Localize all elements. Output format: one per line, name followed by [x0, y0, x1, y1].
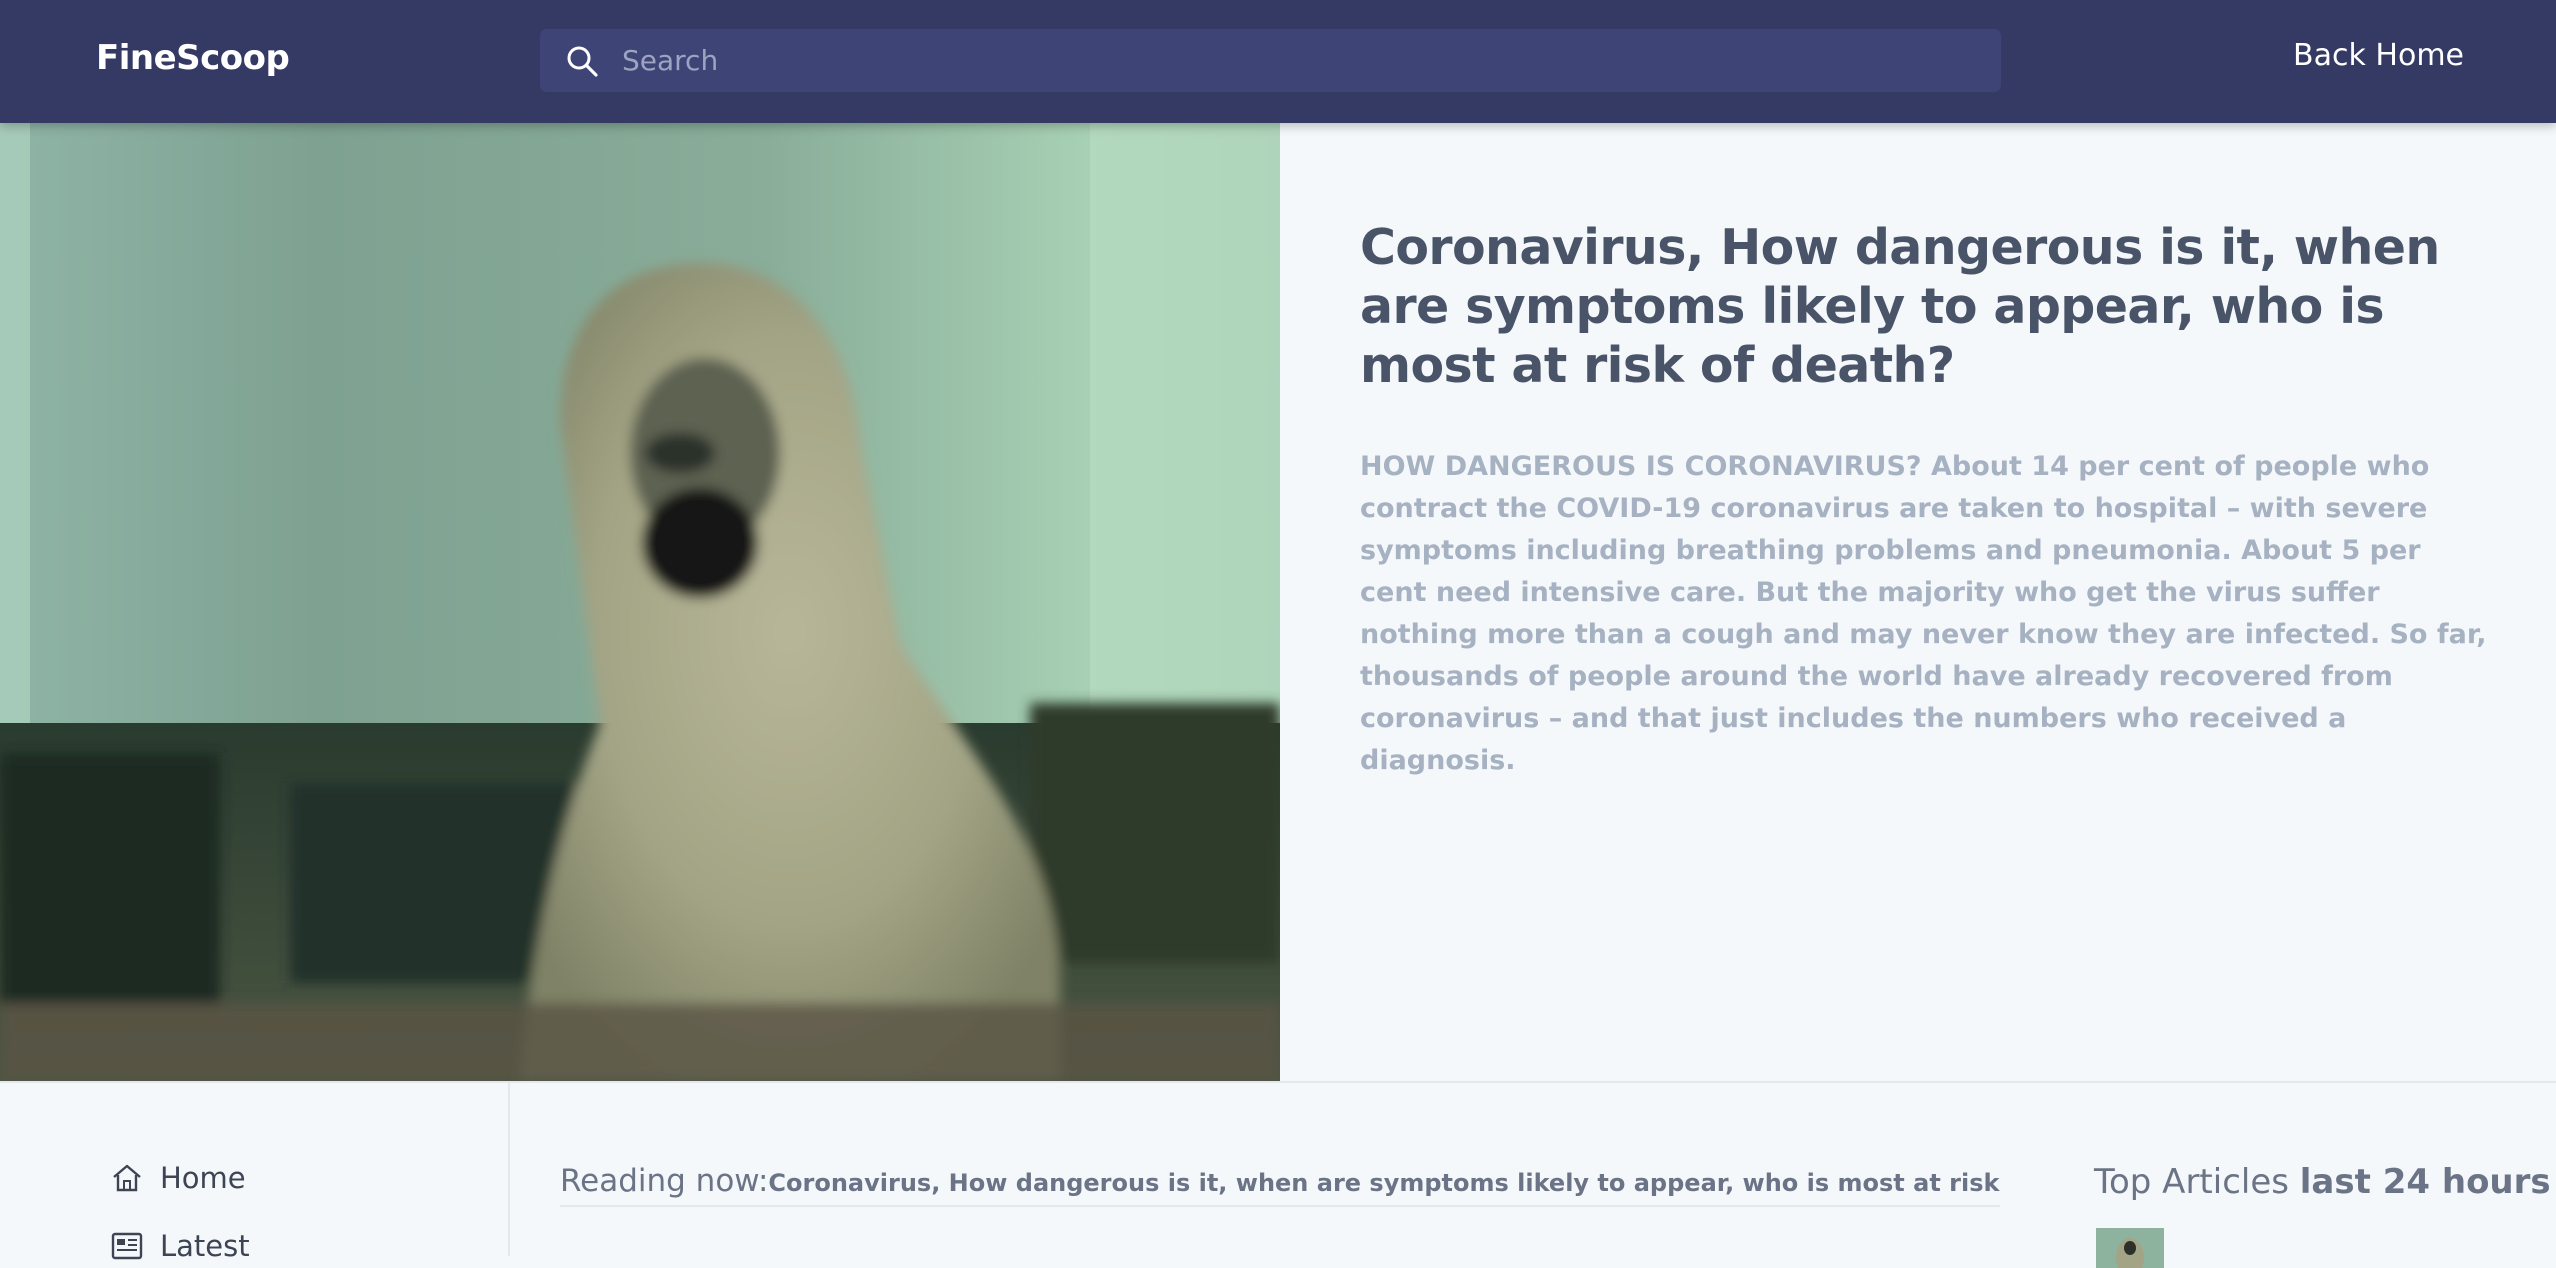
search-input[interactable]: [622, 44, 1922, 77]
article-title: Coronavirus, How dangerous is it, when a…: [1360, 219, 2440, 394]
sidebar-item-label: Latest: [160, 1229, 250, 1263]
home-icon: [110, 1161, 144, 1195]
top-articles-heading: Top Articles last 24 hours: [2094, 1162, 2551, 1202]
top-navigation-bar: FineScoop Back Home: [0, 0, 2556, 123]
search-icon: [560, 39, 604, 83]
brand-logo[interactable]: FineScoop: [96, 38, 290, 78]
article-hero-image: [0, 123, 1280, 1081]
reading-now-label: Reading now:: [560, 1163, 769, 1199]
newspaper-icon: [110, 1229, 144, 1263]
back-home-link[interactable]: Back Home: [2293, 38, 2464, 73]
sidebar-item-home[interactable]: Home: [110, 1161, 246, 1195]
reading-now-title[interactable]: Coronavirus, How dangerous is it, when a…: [768, 1169, 2000, 1197]
sidebar-item-latest[interactable]: Latest: [110, 1229, 250, 1263]
top-articles-period: last 24 hours: [2299, 1162, 2551, 1202]
sidebar-item-label: Home: [160, 1161, 246, 1195]
left-sidebar: Home Latest: [0, 1083, 510, 1263]
reading-now-bar: Reading now:Coronavirus, How dangerous i…: [560, 1163, 2000, 1207]
article-summary: HOW DANGEROUS IS CORONAVIRUS? About 14 p…: [1360, 451, 2487, 776]
top-articles-label: Top Articles: [2094, 1162, 2300, 1202]
article-header: Coronavirus, How dangerous is it, when a…: [1280, 123, 2556, 1081]
top-article-thumbnail[interactable]: [2096, 1228, 2164, 1268]
search-bar[interactable]: [540, 29, 2001, 92]
